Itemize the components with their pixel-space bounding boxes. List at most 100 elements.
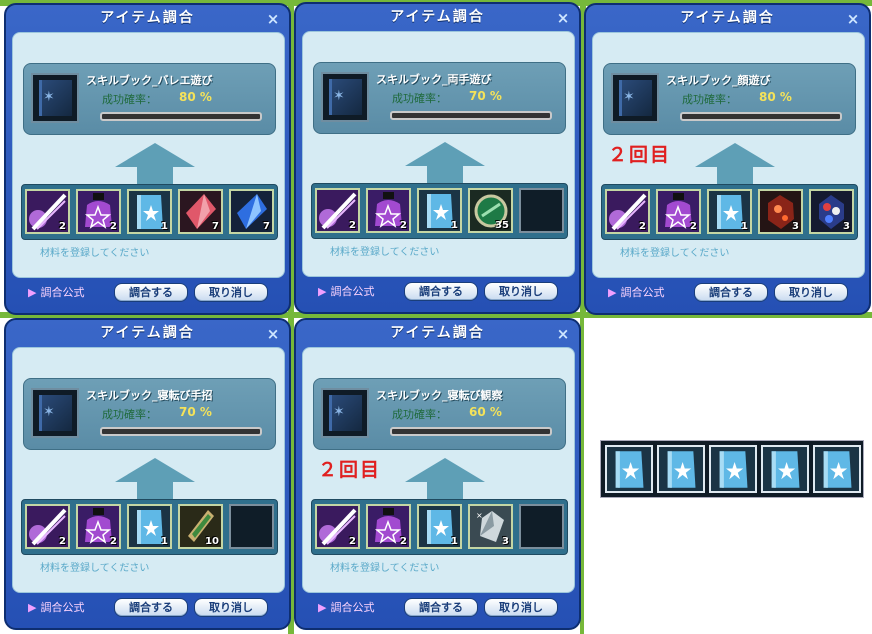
- combine-body: ✶ スキルブック_顔遊び 成功確率： 80 % ２回目 2 2 1 3 3 材料…: [592, 32, 865, 278]
- material-slot[interactable]: 2: [76, 504, 121, 549]
- skill-book-icon: [813, 445, 861, 493]
- material-count: 2: [349, 220, 356, 231]
- material-slot[interactable]: 1: [707, 189, 752, 234]
- material-slot[interactable]: 2: [315, 504, 360, 549]
- formula-link[interactable]: ▶ 調合公式: [608, 284, 664, 300]
- register-hint: 材料を登録してください: [330, 247, 440, 258]
- success-rate-label: 成功確率：: [682, 93, 737, 106]
- material-count: 2: [110, 221, 117, 232]
- formula-link[interactable]: ▶ 調合公式: [318, 283, 374, 299]
- material-slot[interactable]: 1: [417, 504, 462, 549]
- recipe-name: スキルブック_寝転び手招: [86, 389, 213, 402]
- close-icon[interactable]: ×: [265, 326, 281, 342]
- material-slot[interactable]: 1: [127, 504, 172, 549]
- material-slot[interactable]: 2: [76, 189, 121, 234]
- material-slots: 2 2 1 35: [311, 183, 568, 239]
- material-count: 1: [741, 221, 748, 232]
- combine-button[interactable]: 調合する: [114, 598, 188, 617]
- formula-label: 調合公式: [330, 601, 375, 614]
- formula-link[interactable]: ▶ 調合公式: [28, 284, 84, 300]
- material-count: 35: [495, 220, 509, 231]
- success-rate-value: 60 %: [469, 405, 502, 419]
- material-slot[interactable]: 1: [127, 189, 172, 234]
- item-combine-window: アイテム調合 × ✶ スキルブック_寝転び観察 成功確率： 60 % ２回目 2…: [294, 318, 581, 630]
- combine-body: ✶ スキルブック_寝転び手招 成功確率： 70 % 2 2 1 10 材料を登録…: [12, 347, 285, 593]
- combine-body: ✶ スキルブック_両手遊び 成功確率： 70 % 2 2 1 35 材料を登録し…: [302, 31, 575, 277]
- success-rate-value: 70 %: [469, 89, 502, 103]
- material-slot[interactable]: 2: [25, 504, 70, 549]
- material-slot[interactable]: 3: [758, 189, 803, 234]
- close-icon[interactable]: ×: [265, 11, 281, 27]
- triangle-right-icon: ▶: [28, 601, 37, 614]
- skill-book-icon: ✶: [321, 72, 369, 122]
- formula-link[interactable]: ▶ 調合公式: [318, 599, 374, 615]
- success-rate-label: 成功確率：: [392, 92, 447, 105]
- material-slot[interactable]: 2: [315, 188, 360, 233]
- progress-bar: [100, 427, 262, 436]
- skill-book-icon: [605, 445, 653, 493]
- material-count: 2: [690, 221, 697, 232]
- success-rate-value: 70 %: [179, 405, 212, 419]
- window-title: アイテム調合: [100, 10, 195, 26]
- item-combine-window: アイテム調合 × ✶ スキルブック_バレエ遊び 成功確率： 80 % 2 2 1…: [4, 3, 291, 315]
- progress-bar: [100, 112, 262, 121]
- close-icon[interactable]: ×: [555, 10, 571, 26]
- close-icon[interactable]: ×: [555, 326, 571, 342]
- success-rate-label: 成功確率：: [392, 408, 447, 421]
- combine-button[interactable]: 調合する: [694, 283, 768, 302]
- combine-button[interactable]: 調合する: [404, 282, 478, 301]
- combine-button[interactable]: 調合する: [404, 598, 478, 617]
- empty-material-slot[interactable]: [229, 504, 274, 549]
- material-slot[interactable]: × × 3: [468, 504, 513, 549]
- material-slots: 2 2 1 3 3: [601, 184, 858, 240]
- window-title: アイテム調合: [390, 9, 485, 25]
- material-slots: 2 2 1 10: [21, 499, 278, 555]
- material-count: 2: [349, 536, 356, 547]
- material-slot[interactable]: 2: [366, 504, 411, 549]
- skill-book-icon: [761, 445, 809, 493]
- cancel-button[interactable]: 取り消し: [194, 283, 268, 302]
- success-rate-label: 成功確率：: [102, 93, 157, 106]
- material-slot[interactable]: 2: [605, 189, 650, 234]
- success-rate-value: 80 %: [759, 90, 792, 104]
- material-count: 3: [792, 221, 799, 232]
- material-slot[interactable]: 35: [468, 188, 513, 233]
- material-count: 2: [110, 536, 117, 547]
- material-slot[interactable]: 7: [178, 189, 223, 234]
- skill-book-strip: [600, 440, 864, 498]
- material-slot[interactable]: 2: [656, 189, 701, 234]
- skill-book-icon: [709, 445, 757, 493]
- cancel-button[interactable]: 取り消し: [484, 598, 558, 617]
- material-slot[interactable]: 2: [366, 188, 411, 233]
- recipe-panel: ✶ スキルブック_バレエ遊び 成功確率： 80 %: [23, 63, 276, 135]
- material-slot[interactable]: 10: [178, 504, 223, 549]
- svg-text:×: ×: [476, 511, 483, 520]
- item-combine-window: アイテム調合 × ✶ スキルブック_両手遊び 成功確率： 70 % 2 2 1 …: [294, 2, 581, 314]
- cancel-button[interactable]: 取り消し: [484, 282, 558, 301]
- material-count: 2: [400, 220, 407, 231]
- recipe-panel: ✶ スキルブック_寝転び手招 成功確率： 70 %: [23, 378, 276, 450]
- material-count: 7: [212, 221, 219, 232]
- formula-link[interactable]: ▶ 調合公式: [28, 599, 84, 615]
- progress-bar: [680, 112, 842, 121]
- cancel-button[interactable]: 取り消し: [194, 598, 268, 617]
- combine-body: ✶ スキルブック_バレエ遊び 成功確率： 80 % 2 2 1 7 7 材料を登…: [12, 32, 285, 278]
- success-rate-label: 成功確率：: [102, 408, 157, 421]
- material-slot[interactable]: 3: [809, 189, 854, 234]
- recipe-name: スキルブック_寝転び観察: [376, 389, 503, 402]
- recipe-name: スキルブック_顔遊び: [666, 74, 771, 87]
- material-count: 2: [59, 221, 66, 232]
- empty-material-slot[interactable]: [519, 188, 564, 233]
- combine-button[interactable]: 調合する: [114, 283, 188, 302]
- material-slot[interactable]: 2: [25, 189, 70, 234]
- material-slot[interactable]: 7: [229, 189, 274, 234]
- close-icon[interactable]: ×: [845, 11, 861, 27]
- skill-book-icon: ✶: [321, 388, 369, 438]
- register-hint: 材料を登録してください: [40, 248, 150, 259]
- cancel-button[interactable]: 取り消し: [774, 283, 848, 302]
- recipe-name: スキルブック_バレエ遊び: [86, 74, 213, 87]
- material-slot[interactable]: 1: [417, 188, 462, 233]
- formula-label: 調合公式: [40, 286, 85, 299]
- empty-material-slot[interactable]: [519, 504, 564, 549]
- skill-book-icon: ✶: [31, 73, 79, 123]
